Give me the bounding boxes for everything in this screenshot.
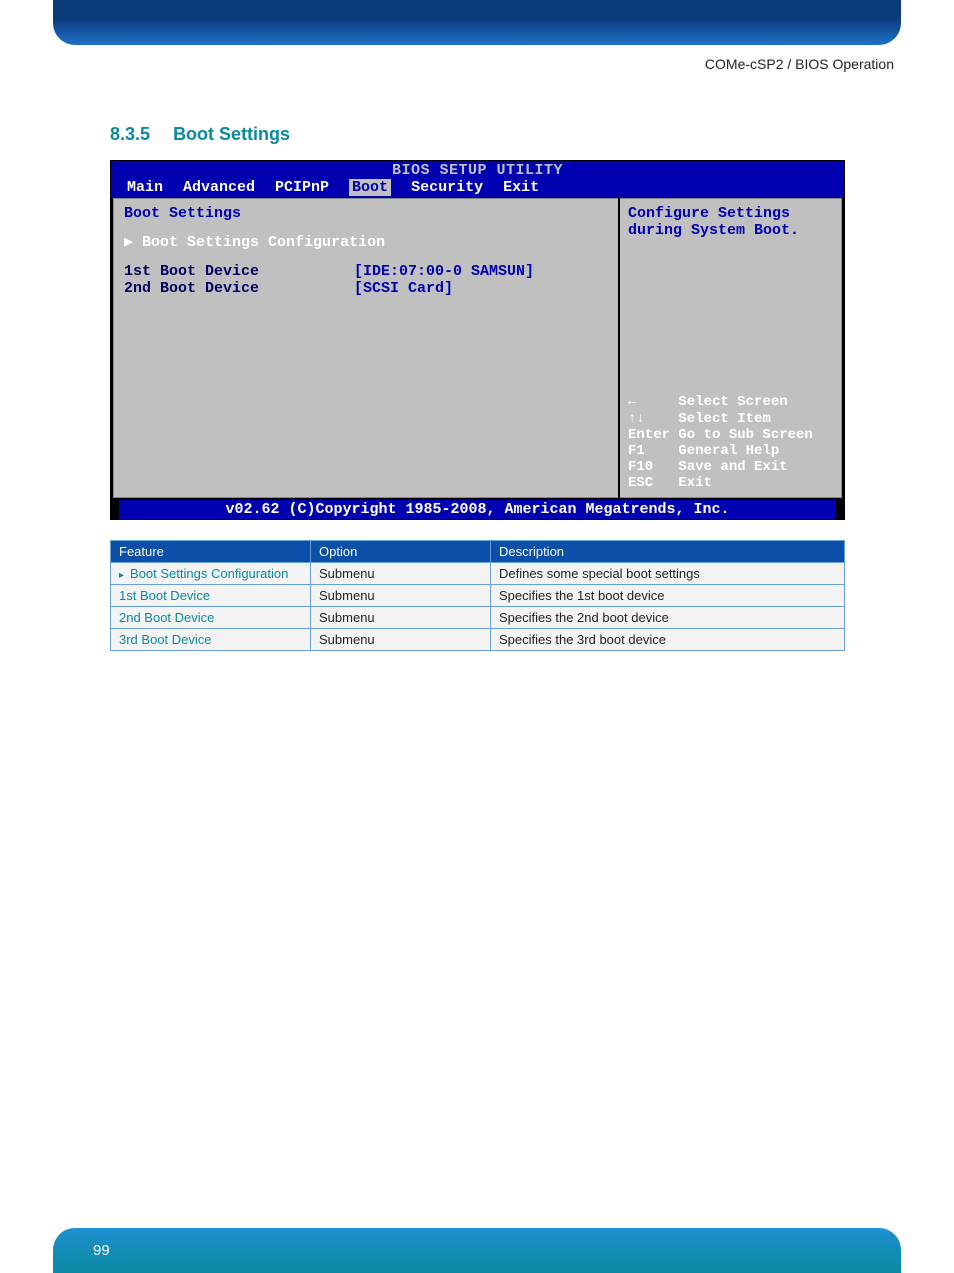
bios-help-tip-line2: during System Boot. [628,222,833,239]
bios-selected-item[interactable]: ▶ Boot Settings Configuration [124,232,608,251]
bios-tab-boot[interactable]: Boot [349,179,391,196]
submenu-caret-icon: ▸ [119,570,124,581]
bios-tab-exit[interactable]: Exit [503,179,539,196]
bios-screenshot: BIOS SETUP UTILITY Main Advanced PCIPnP Boo… [110,160,845,520]
bios-row-label: 1st Boot Device [124,263,354,280]
bios-copyright: v02.62 (C)Copyright 1985-2008, American … [111,500,844,519]
feature-name: Boot Settings Configuration [130,566,288,581]
bios-left-pane: Boot Settings ▶ Boot Settings Configurat… [113,198,618,498]
bios-help-tip: Configure Settings during System Boot. [628,205,833,239]
feature-name: 3rd Boot Device [119,632,212,647]
bios-help-tip-line1: Configure Settings [628,205,833,222]
bios-row-value: [SCSI Card] [354,280,453,297]
section-number: 8.3.5 [110,124,150,144]
col-feature: Feature [111,541,311,563]
cell-option: Submenu [311,607,491,629]
cell-description: Defines some special boot settings [491,563,845,585]
cell-description: Specifies the 2nd boot device [491,607,845,629]
cell-description: Specifies the 1st boot device [491,585,845,607]
cell-feature[interactable]: 3rd Boot Device [111,629,311,651]
table-row: 1st Boot Device SubmenuSpecifies the 1st … [111,585,845,607]
cell-option: Submenu [311,629,491,651]
bios-tab-main[interactable]: Main [127,179,163,196]
bios-tab-security[interactable]: Security [411,179,483,196]
bios-tab-pcipnp[interactable]: PCIPnP [275,179,329,196]
bios-key-help: ← Select Screen ↑↓ Select Item Enter Go … [628,394,833,491]
bios-tab-bar: Main Advanced PCIPnP Boot Security Exit [111,179,844,198]
cell-feature[interactable]: 2nd Boot Device [111,607,311,629]
bios-right-pane: Configure Settings during System Boot. ←… [620,198,842,498]
section-heading: 8.3.5 Boot Settings [110,124,290,145]
bios-title: BIOS SETUP UTILITY [111,161,844,179]
page-number: 99 [93,1242,110,1259]
table-row: ▸ Boot Settings Configuration SubmenuDefin… [111,563,845,585]
cell-option: Submenu [311,563,491,585]
breadcrumb: COMe-cSP2 / BIOS Operation [705,56,894,72]
table-header-row: Feature Option Description [111,541,845,563]
bios-row-value: [IDE:07:00-0 SAMSUN] [354,263,534,280]
feature-name: 1st Boot Device [119,588,210,603]
table-row: 3rd Boot Device SubmenuSpecifies the 3rd … [111,629,845,651]
bios-tab-advanced[interactable]: Advanced [183,179,255,196]
bios-row-label: 2nd Boot Device [124,280,354,297]
top-accent-bar [53,0,901,45]
cell-option: Submenu [311,585,491,607]
section-title: Boot Settings [173,124,290,144]
bios-pane-heading: Boot Settings [124,205,608,222]
col-description: Description [491,541,845,563]
cell-feature[interactable]: ▸ Boot Settings Configuration [111,563,311,585]
col-option: Option [311,541,491,563]
feature-name: 2nd Boot Device [119,610,214,625]
cell-feature[interactable]: 1st Boot Device [111,585,311,607]
bios-boot-device-row[interactable]: 1st Boot Device[IDE:07:00-0 SAMSUN] [124,263,608,280]
bios-boot-device-row[interactable]: 2nd Boot Device[SCSI Card] [124,280,608,297]
feature-table: Feature Option Description ▸ Boot Setting… [110,540,845,651]
page-footer: 99 [53,1228,901,1273]
table-row: 2nd Boot Device SubmenuSpecifies the 2nd … [111,607,845,629]
cell-description: Specifies the 3rd boot device [491,629,845,651]
